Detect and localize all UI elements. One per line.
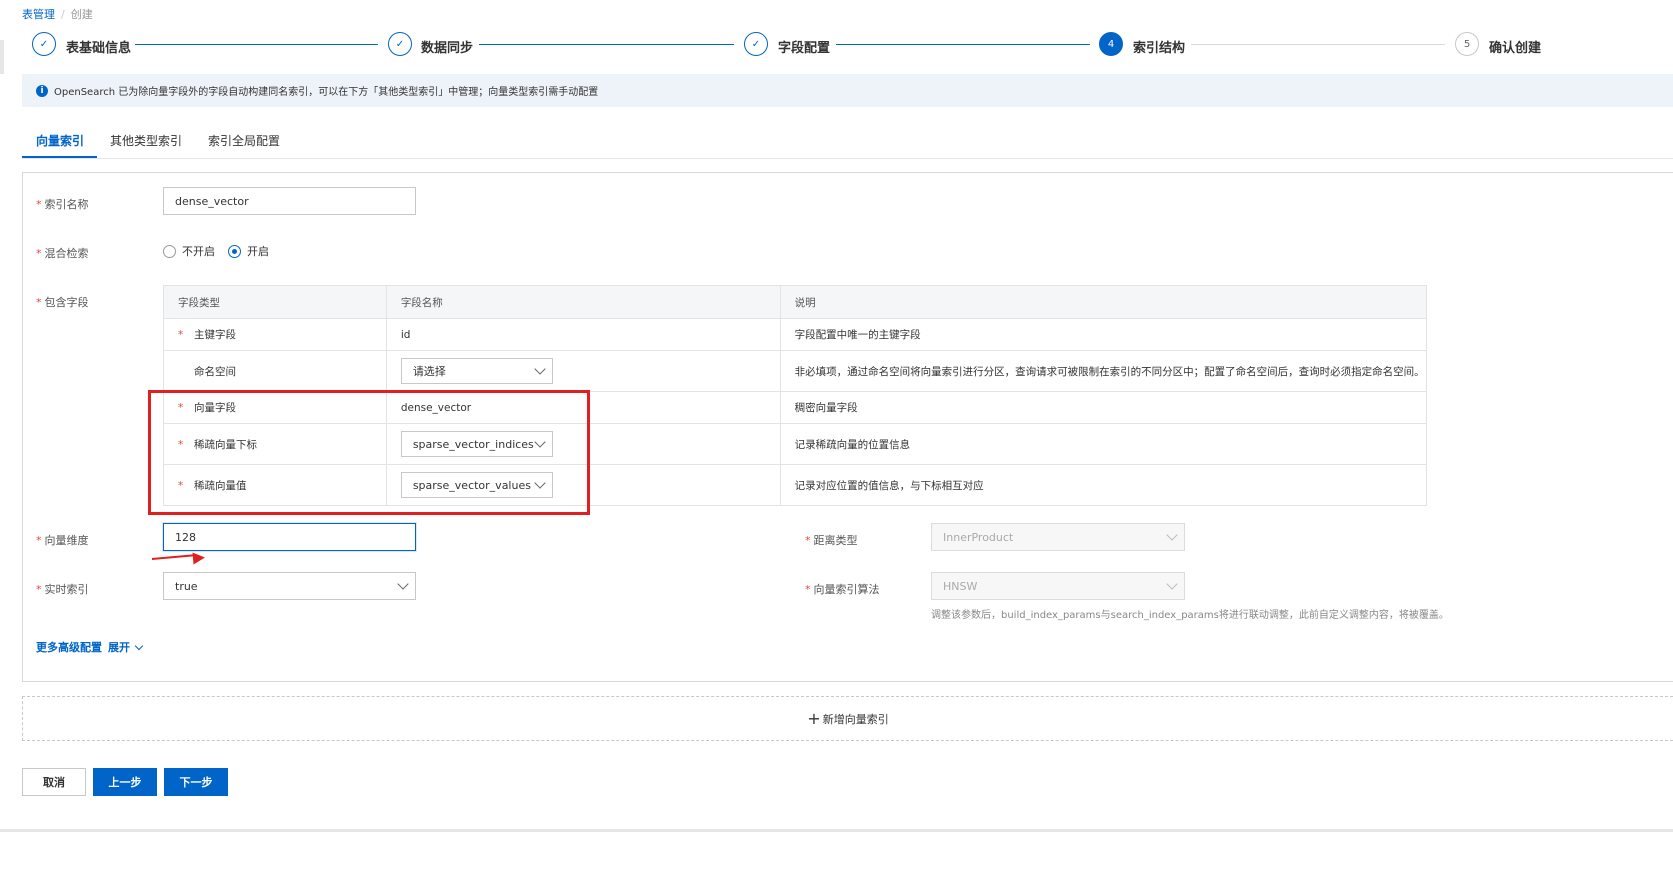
step-2-check-icon: ✓: [388, 32, 412, 56]
field-type: 主键字段: [194, 329, 236, 341]
realtime-index-select[interactable]: true: [163, 572, 416, 600]
next-step-button[interactable]: 下一步: [164, 768, 228, 796]
prev-step-button[interactable]: 上一步: [93, 768, 157, 796]
radio-hybrid-off[interactable]: 不开启: [163, 243, 215, 259]
left-edge-bar: [0, 40, 4, 74]
radio-on-indicator: [228, 244, 241, 258]
step-3-connector: [836, 44, 1090, 45]
bottom-divider: [0, 829, 1673, 832]
breadcrumb-current: 创建: [70, 8, 93, 21]
tabs-divider: [22, 158, 1673, 159]
step-4-connector: [1191, 44, 1445, 45]
namespace-select[interactable]: 请选择: [400, 358, 553, 384]
breadcrumb: 表管理 / 创建: [22, 6, 93, 22]
radio-hybrid-on[interactable]: 开启: [228, 243, 269, 259]
col-field-name: 字段名称: [385, 285, 781, 319]
step-5-number: 5: [1455, 32, 1479, 56]
annotation-arrow-head: [192, 551, 206, 565]
info-banner: i OpenSearch 已为除向量字段外的字段自动构建同名索引，可以在下方「其…: [22, 74, 1673, 107]
fields-label: * 包含字段: [36, 296, 89, 309]
cancel-button[interactable]: 取消: [22, 768, 86, 796]
namespace-select-placeholder: 请选择: [412, 365, 446, 378]
vector-dimension-input[interactable]: 128: [163, 523, 416, 551]
algorithm-hint: 调整该参数后，build_index_params与search_index_p…: [931, 610, 1449, 621]
chevron-down-icon: [1166, 578, 1178, 590]
step-3-check-icon: ✓: [744, 32, 768, 56]
plus-icon: +: [807, 708, 821, 728]
chevron-down-icon: [534, 363, 546, 375]
field-desc: 记录对应位置的值信息，与下标相互对应: [779, 464, 1428, 506]
vector-dimension-label: * 向量维度: [36, 534, 89, 547]
advanced-expand-label: 展开: [108, 641, 130, 654]
col-field-type: 字段类型: [163, 285, 387, 319]
tab-active-indicator: [22, 156, 97, 158]
step-4-number: 4: [1099, 32, 1123, 56]
chevron-down-icon: [134, 641, 144, 650]
field-desc: 记录稀疏向量的位置信息: [779, 423, 1428, 465]
realtime-index-label: * 实时索引: [36, 583, 89, 596]
tab-global-config[interactable]: 索引全局配置: [208, 132, 280, 149]
field-desc: 非必填项，通过命名空间将向量索引进行分区，查询请求可被限制在索引的不同分区中；配…: [779, 350, 1428, 392]
step-2-label: 数据同步: [421, 41, 474, 56]
radio-off-indicator: [163, 244, 176, 258]
table-row: 命名空间 请选择 非必填项，通过命名空间将向量索引进行分区，查询请求可被限制在索…: [163, 350, 1428, 392]
field-name: id: [385, 318, 781, 351]
step-1-label: 表基础信息: [66, 41, 132, 56]
step-3-label: 字段配置: [778, 41, 831, 56]
realtime-index-value: true: [175, 579, 198, 593]
step-2-connector: [479, 44, 734, 45]
tab-vector-index[interactable]: 向量索引: [36, 132, 84, 149]
annotation-highlight-box: [148, 390, 590, 515]
advanced-config-toggle[interactable]: 更多高级配置 展开: [36, 639, 144, 655]
chevron-down-icon: [1166, 529, 1178, 541]
distance-type-select[interactable]: InnerProduct: [931, 523, 1185, 551]
vector-algorithm-select[interactable]: HNSW: [931, 572, 1185, 600]
field-desc: 字段配置中唯一的主键字段: [779, 318, 1428, 351]
distance-type-label: * 距离类型: [805, 534, 858, 547]
index-name-label: * 索引名称: [36, 198, 89, 211]
step-1-connector: [135, 44, 378, 45]
tab-other-index[interactable]: 其他类型索引: [110, 132, 182, 149]
step-4-label: 索引结构: [1133, 41, 1186, 56]
field-type: 命名空间: [194, 365, 236, 378]
vector-algorithm-value: HNSW: [943, 579, 978, 593]
step-1-check-icon: ✓: [32, 32, 56, 56]
vector-algorithm-label: * 向量索引算法: [805, 583, 880, 596]
field-desc: 稠密向量字段: [779, 391, 1428, 424]
col-description: 说明: [779, 285, 1428, 319]
add-vector-index-button[interactable]: + 新增向量索引: [22, 696, 1673, 741]
distance-type-value: InnerProduct: [943, 530, 1014, 544]
breadcrumb-parent-link[interactable]: 表管理: [22, 8, 55, 21]
info-icon: i: [36, 84, 48, 97]
chevron-down-icon: [397, 578, 409, 590]
add-vector-index-label: 新增向量索引: [822, 712, 889, 726]
step-5-label: 确认创建: [1489, 41, 1542, 56]
index-name-input[interactable]: dense_vector: [163, 187, 416, 215]
table-row: * 主键字段 id 字段配置中唯一的主键字段: [163, 318, 1428, 351]
info-banner-text: OpenSearch 已为除向量字段外的字段自动构建同名索引，可以在下方「其他类…: [54, 87, 599, 98]
hybrid-search-label: * 混合检索: [36, 247, 89, 260]
table-header-row: 字段类型 字段名称 说明: [163, 285, 1428, 319]
required-star: *: [178, 329, 184, 341]
advanced-config-label: 更多高级配置: [36, 641, 102, 654]
breadcrumb-separator: /: [61, 8, 65, 21]
